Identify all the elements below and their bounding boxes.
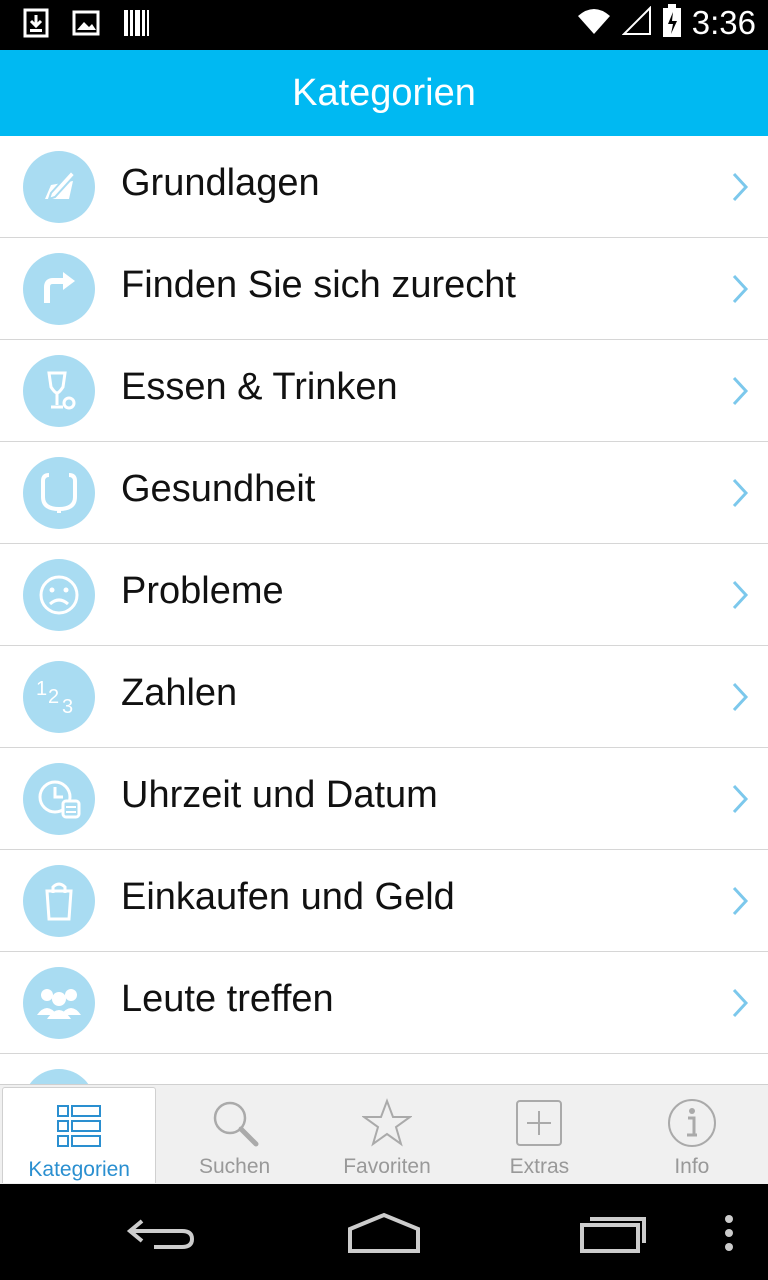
tab-label: Kategorien <box>28 1158 130 1181</box>
tab-favoriten[interactable]: Favoriten <box>311 1085 463 1185</box>
status-time: 3:36 <box>691 4 756 41</box>
more-vert-icon <box>725 1215 733 1251</box>
info-icon <box>664 1095 720 1151</box>
category-icon <box>23 1069 95 1084</box>
chevron-right-icon <box>732 886 749 916</box>
chevron-right-icon <box>732 682 749 712</box>
svg-text:2: 2 <box>48 686 59 708</box>
wifi-icon <box>576 6 612 40</box>
recent-apps-icon <box>580 1217 646 1253</box>
category-label: Einkaufen und Geld <box>121 876 455 918</box>
chevron-right-icon <box>732 580 749 610</box>
download-icon <box>22 8 50 38</box>
tab-label: Suchen <box>198 1155 271 1178</box>
category-item-gesundheit[interactable]: Gesundheit <box>0 442 768 544</box>
tab-label: Favoriten <box>343 1155 431 1178</box>
category-label: Uhrzeit und Datum <box>121 774 438 816</box>
list-grid-icon <box>51 1098 107 1154</box>
sad-face-icon <box>23 559 95 631</box>
chevron-right-icon <box>732 988 749 1018</box>
clock-calendar-icon <box>23 763 95 835</box>
stethoscope-icon <box>23 457 95 529</box>
glass-icon <box>23 355 95 427</box>
overflow-menu-button[interactable] <box>714 1208 744 1258</box>
category-label: Probleme <box>121 570 284 612</box>
app-bar: Kategorien <box>0 50 768 136</box>
category-label: Zahlen <box>121 672 238 714</box>
chevron-right-icon <box>732 478 749 508</box>
barcode-icon <box>122 8 150 38</box>
category-item-finden[interactable]: Finden Sie sich zurecht <box>0 238 768 340</box>
category-list[interactable]: Grundlagen Finden Sie sich zurecht Essen… <box>0 136 768 1084</box>
star-icon <box>359 1095 415 1151</box>
category-item-uhrzeit[interactable]: Uhrzeit und Datum <box>0 748 768 850</box>
tab-info[interactable]: Info <box>616 1085 768 1185</box>
category-item-essen[interactable]: Essen & Trinken <box>0 340 768 442</box>
category-label: Gesundheit <box>121 468 316 510</box>
image-icon <box>72 8 100 38</box>
category-item-grundlagen[interactable]: Grundlagen <box>0 136 768 238</box>
chevron-right-icon <box>732 172 749 202</box>
chevron-right-icon <box>732 274 749 304</box>
home-button[interactable] <box>344 1208 424 1258</box>
back-button[interactable] <box>120 1208 200 1258</box>
chevron-right-icon <box>732 376 749 406</box>
tab-label: Extras <box>509 1155 570 1178</box>
category-label: Grundlagen <box>121 162 320 204</box>
svg-text:3: 3 <box>62 696 73 718</box>
category-item-leute[interactable]: Leute treffen <box>0 952 768 1054</box>
category-label: Leute treffen <box>121 978 334 1020</box>
category-label: Essen & Trinken <box>121 366 398 408</box>
tab-bar: Kategorien Suchen Favoriten Extras Info <box>0 1084 768 1185</box>
shopping-bag-icon <box>23 865 95 937</box>
category-label: Finden Sie sich zurecht <box>121 264 516 306</box>
tab-extras[interactable]: Extras <box>463 1085 615 1185</box>
recent-apps-button[interactable] <box>572 1208 652 1258</box>
system-nav-bar <box>0 1184 768 1280</box>
plus-box-icon <box>511 1095 567 1151</box>
battery-icon <box>662 4 682 42</box>
status-bar: 3:36 <box>0 0 768 50</box>
home-icon <box>348 1212 420 1253</box>
category-item-partial[interactable] <box>0 1054 768 1084</box>
chevron-right-icon <box>732 784 749 814</box>
category-item-probleme[interactable]: Probleme <box>0 544 768 646</box>
category-item-zahlen[interactable]: 123 Zahlen <box>0 646 768 748</box>
category-item-einkaufen[interactable]: Einkaufen und Geld <box>0 850 768 952</box>
turn-right-arrow-icon <box>23 253 95 325</box>
pencil-paper-icon <box>23 151 95 223</box>
tab-suchen[interactable]: Suchen <box>158 1085 310 1185</box>
numbers-icon: 123 <box>23 661 95 733</box>
signal-icon <box>621 5 652 40</box>
tab-label: Info <box>674 1155 710 1178</box>
svg-text:1: 1 <box>36 678 47 700</box>
page-title: Kategorien <box>292 71 476 114</box>
tab-kategorien[interactable]: Kategorien <box>2 1087 157 1183</box>
people-icon <box>23 967 95 1039</box>
search-icon <box>207 1095 263 1151</box>
back-icon <box>126 1219 195 1249</box>
